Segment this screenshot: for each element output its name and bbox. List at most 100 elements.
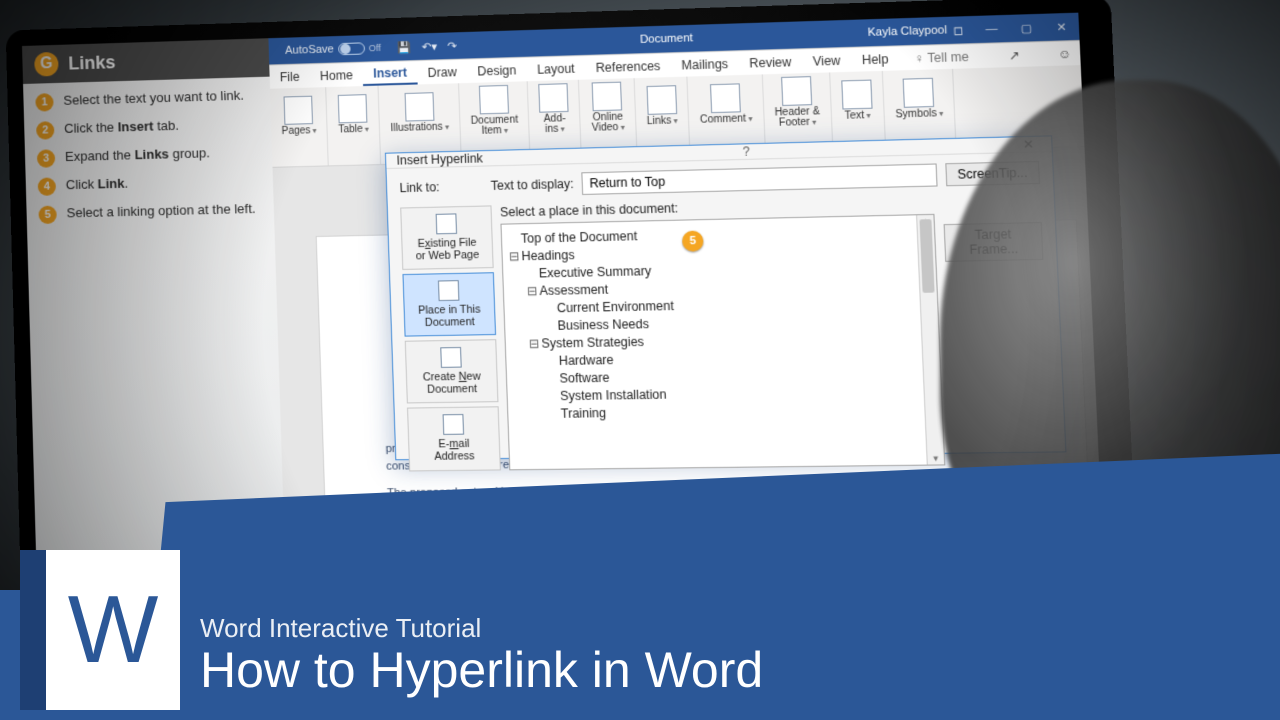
- linkto-label: Create NewDocument: [423, 371, 481, 397]
- ribbon-button[interactable]: Text: [841, 79, 873, 122]
- banner-text: Word Interactive Tutorial How to Hyperli…: [200, 613, 763, 697]
- doc-title: Document: [640, 32, 693, 46]
- ribbon-button[interactable]: Illustrations: [389, 92, 449, 135]
- linkto-new[interactable]: Create NewDocument: [405, 339, 499, 403]
- banner-bar: W Word Interactive Tutorial How to Hyper…: [0, 590, 1280, 720]
- dialog-title: Insert Hyperlink: [396, 151, 483, 168]
- banner-subtitle: Word Interactive Tutorial: [200, 613, 763, 644]
- tab-review[interactable]: Review: [738, 49, 802, 75]
- tree-node-label: Training: [561, 406, 607, 421]
- tab-layout[interactable]: Layout: [526, 56, 585, 81]
- step-number: 2: [36, 121, 54, 140]
- step-number: 5: [38, 206, 56, 225]
- autosave-state: Off: [369, 43, 382, 54]
- step-number: 4: [38, 177, 56, 196]
- text-to-display-label: Text to display:: [491, 177, 574, 193]
- step-text: Click Link.: [66, 176, 129, 196]
- close-button[interactable]: ✕: [1050, 20, 1073, 34]
- minimize-button[interactable]: —: [980, 22, 1002, 35]
- step-text: Select a linking option at the left.: [66, 201, 256, 224]
- ribbon-button[interactable]: Symbols: [894, 77, 944, 121]
- tree-node-label: System Installation: [560, 387, 667, 403]
- linkto-email[interactable]: E-mailAddress: [407, 407, 501, 471]
- quick-access-toolbar: 💾 ↶▾ ↷: [397, 39, 457, 54]
- ribbon-group-pages: Pages: [270, 87, 329, 167]
- undo-icon[interactable]: ↶▾: [422, 40, 438, 54]
- tree-node-label: Hardware: [559, 353, 614, 368]
- save-icon[interactable]: 💾: [397, 40, 412, 54]
- linkto-column-label: Link to:: [399, 179, 482, 195]
- tutorial-step: 2 Click the Insert tab.: [36, 115, 259, 139]
- linkto-icon: [443, 414, 465, 435]
- scroll-down-icon[interactable]: ▾: [927, 452, 944, 464]
- ribbon-button[interactable]: Header &Footer: [773, 75, 820, 129]
- tab-draw[interactable]: Draw: [417, 60, 467, 85]
- text-to-display-input[interactable]: [582, 163, 938, 195]
- tree-node-label: Top of the Document: [521, 229, 638, 246]
- tab-design[interactable]: Design: [467, 58, 527, 83]
- linkto-place[interactable]: Place in ThisDocument: [402, 272, 496, 337]
- tab-mailings[interactable]: Mailings: [670, 51, 739, 77]
- titlebar-left: AutoSave Off 💾 ↶▾ ↷: [269, 39, 458, 58]
- ribbon-button[interactable]: OnlineVideo: [590, 81, 625, 134]
- banner-title: How to Hyperlink in Word: [200, 644, 763, 697]
- place-tree[interactable]: ·Top of the Document⊟Headings·Executive …: [500, 214, 945, 470]
- tree-node-label: Current Environment: [557, 299, 674, 316]
- linkto-panel: Existing Fileor Web Page Place in ThisDoc…: [400, 205, 501, 471]
- tree-node-label: Executive Summary: [539, 264, 652, 281]
- toggle-icon: [338, 42, 365, 55]
- user-account[interactable]: Kayla Claypool ◻: [867, 23, 963, 39]
- tree-node-label: Assessment: [539, 282, 608, 298]
- scroll-thumb[interactable]: [919, 219, 934, 293]
- tutorial-step: 5 Select a linking option at the left.: [38, 201, 262, 224]
- tell-me-search[interactable]: ♀ Tell me: [903, 44, 980, 70]
- linkto-label: Existing Fileor Web Page: [416, 237, 480, 263]
- tutorial-step: 3Expand the Links group.: [37, 144, 260, 168]
- autosave-label: AutoSave: [285, 43, 334, 57]
- tree-node-label: System Strategies: [541, 335, 644, 351]
- ribbon-button[interactable]: DocumentItem: [469, 84, 518, 138]
- ribbon-button[interactable]: Links: [645, 85, 678, 128]
- word-glyph: W: [68, 575, 159, 685]
- tab-file[interactable]: File: [269, 64, 310, 88]
- dialog-middle: Select a place in this document: ·Top of…: [500, 195, 946, 470]
- linkto-icon: [438, 280, 459, 301]
- maximize-button[interactable]: ▢: [1015, 21, 1037, 35]
- tutorial-steps: 1Select the text you want to link. 2 Click…: [23, 77, 275, 245]
- ribbon-button[interactable]: Comment: [699, 83, 753, 126]
- user-name: Kayla Claypool: [867, 24, 947, 39]
- tree-node-label: Software: [559, 370, 609, 385]
- tree-twisty-icon[interactable]: ⊟: [509, 249, 520, 265]
- tab-references[interactable]: References: [585, 53, 672, 79]
- tree-twisty-icon[interactable]: ⊟: [529, 336, 540, 352]
- tree-node-label: Business Needs: [557, 317, 649, 333]
- redo-icon[interactable]: ↷: [447, 39, 457, 53]
- tutorial-title: Links: [68, 52, 116, 75]
- linkto-existing[interactable]: Existing Fileor Web Page: [400, 205, 494, 270]
- dialog-help-button[interactable]: ?: [736, 144, 756, 159]
- tab-insert[interactable]: Insert: [363, 61, 418, 86]
- step-text: Click the Insert tab.: [64, 118, 179, 139]
- tab-view[interactable]: View: [802, 48, 852, 73]
- tree-node-label: Headings: [521, 248, 575, 264]
- ribbon-button[interactable]: Pages: [280, 95, 316, 137]
- tutorial-step: 1Select the text you want to link.: [35, 87, 258, 112]
- autosave-toggle[interactable]: AutoSave Off: [285, 42, 381, 57]
- linkto-icon: [436, 213, 457, 234]
- user-avatar-icon: ◻: [953, 23, 964, 37]
- brand-badge: G: [34, 52, 59, 77]
- ribbon-button[interactable]: Add-ins: [539, 83, 570, 136]
- linkto-label: Place in ThisDocument: [418, 303, 481, 329]
- tab-help[interactable]: Help: [851, 46, 900, 71]
- titlebar-right: Kayla Claypool ◻ — ▢ ✕: [867, 20, 1072, 40]
- step-number: 3: [37, 149, 55, 168]
- tutorial-step: 4 Click Link.: [38, 172, 261, 196]
- linkto-icon: [440, 347, 462, 368]
- ribbon-button[interactable]: Table: [337, 94, 369, 136]
- word-app-icon: W: [20, 550, 180, 710]
- step-text: Select the text you want to link.: [63, 88, 244, 111]
- tree-twisty-icon[interactable]: ⊟: [527, 284, 538, 300]
- share-button[interactable]: ↗: [1000, 47, 1029, 62]
- feedback-button[interactable]: ☺: [1049, 46, 1081, 62]
- tab-home[interactable]: Home: [309, 63, 363, 88]
